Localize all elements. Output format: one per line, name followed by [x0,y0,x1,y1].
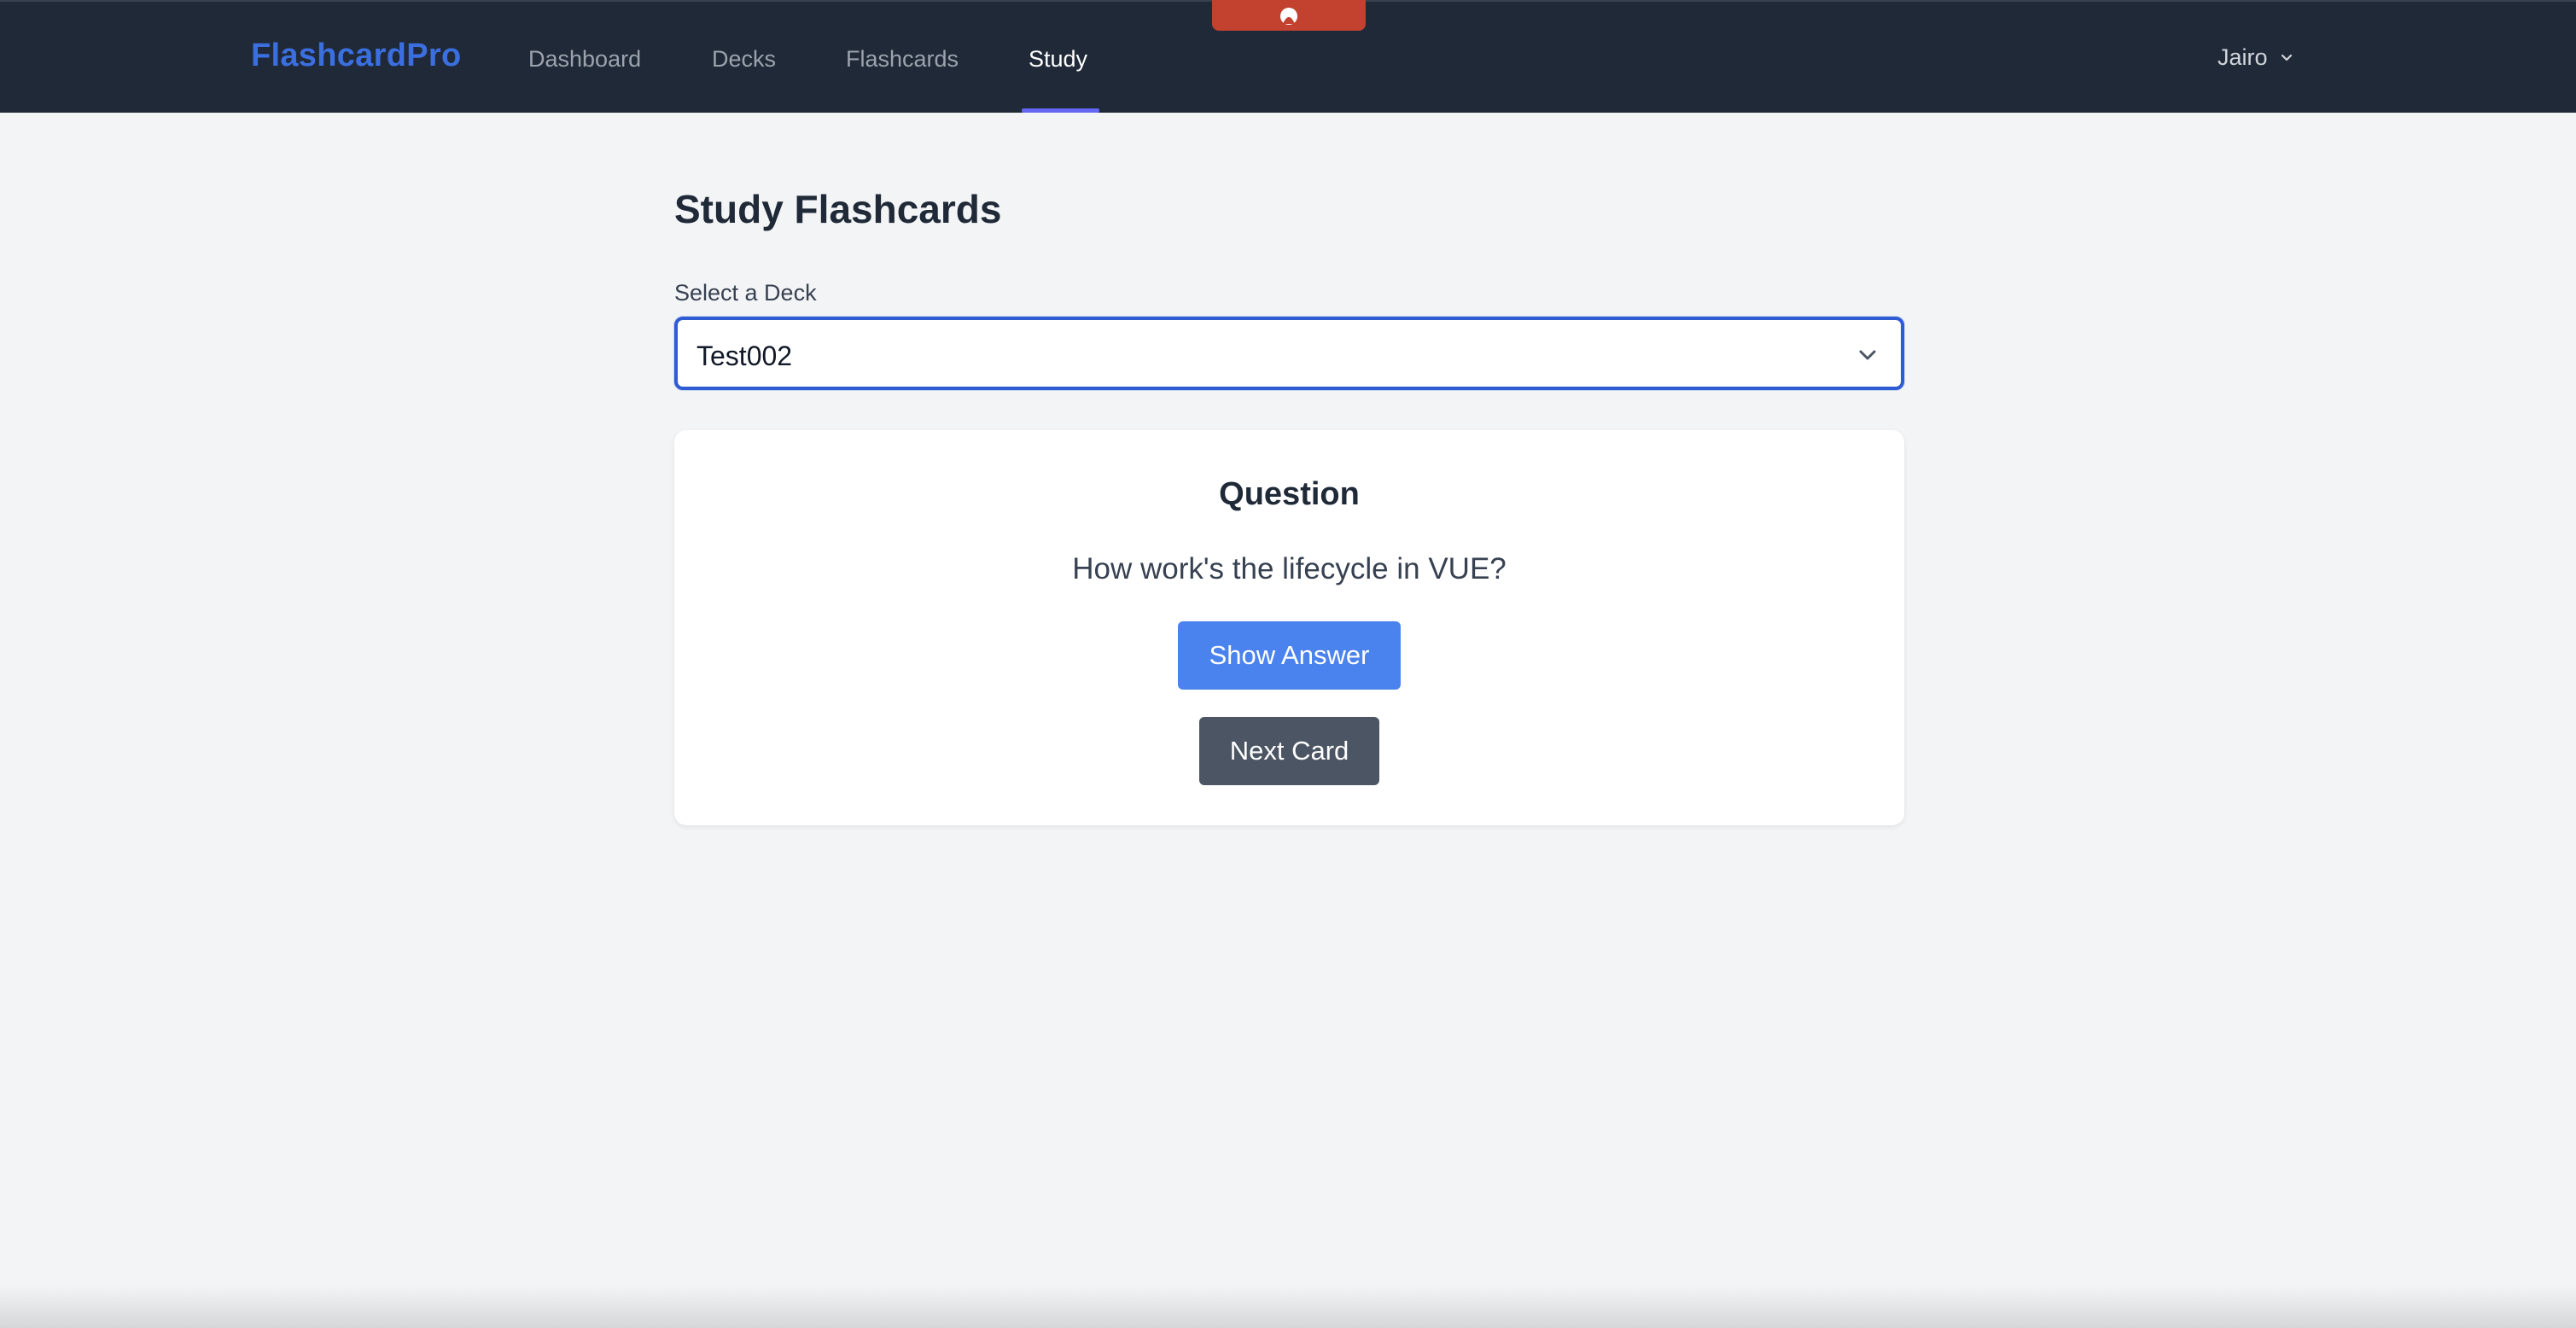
card-heading: Question [1219,476,1360,512]
nav-link-decks[interactable]: Decks [712,46,776,73]
arch-icon [1280,8,1297,25]
deck-select[interactable]: Test002 [674,317,1904,390]
user-menu[interactable]: Jairo [2218,44,2295,71]
brand-logo[interactable]: FlashcardPro [251,38,461,74]
show-answer-button[interactable]: Show Answer [1178,621,1401,690]
user-name: Jairo [2218,44,2268,70]
flashcard: Question How work's the lifecycle in VUE… [674,430,1904,825]
nav-link-study[interactable]: Study [1029,46,1087,73]
active-tab-indicator [1022,108,1099,113]
chevron-down-icon [1859,350,1876,360]
page-title: Study Flashcards [674,187,1002,231]
next-card-button[interactable]: Next Card [1199,717,1379,785]
card-question-text: How work's the lifecycle in VUE? [1072,552,1507,585]
recording-indicator-tab[interactable] [1212,0,1366,31]
deck-select-label: Select a Deck [674,280,817,306]
nav-link-dashboard[interactable]: Dashboard [528,46,641,73]
chevron-down-icon [2281,54,2292,61]
deck-select-value: Test002 [696,341,793,371]
nav-link-flashcards[interactable]: Flashcards [846,46,959,73]
bottom-shadow [0,1285,2576,1328]
